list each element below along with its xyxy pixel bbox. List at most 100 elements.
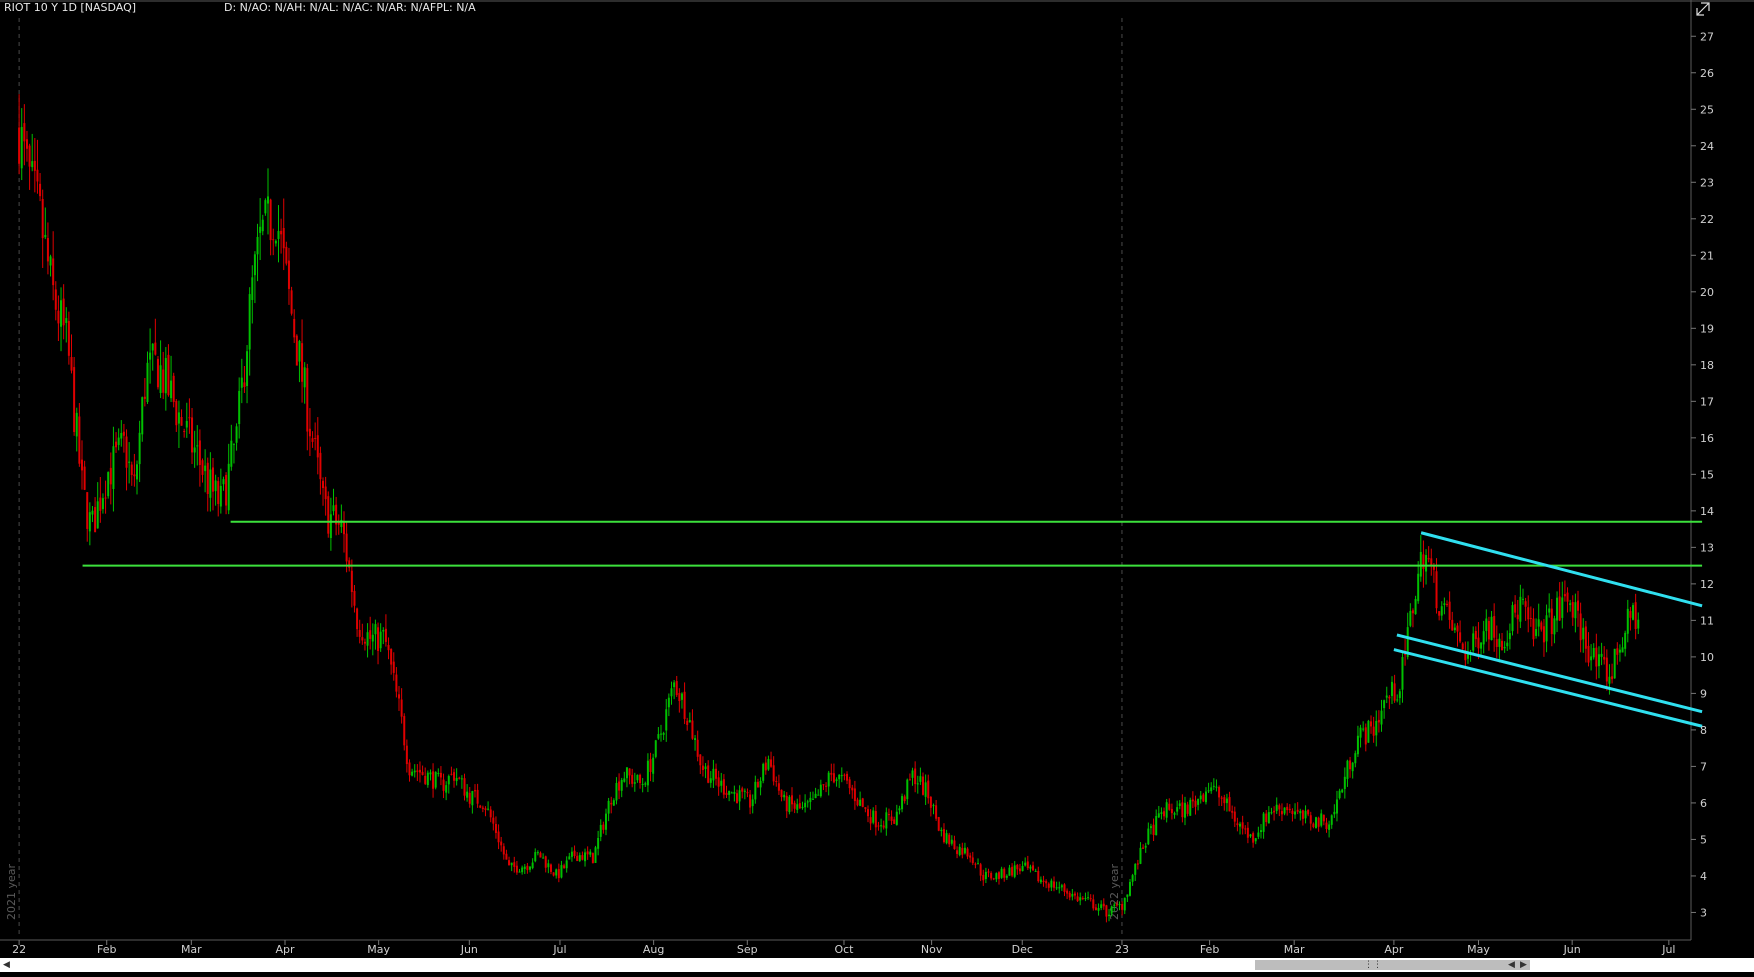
- candle-body: [599, 824, 602, 837]
- candle-body: [243, 382, 246, 387]
- grip-icon[interactable]: ⋮⋮: [1364, 958, 1382, 972]
- chevron-left-icon[interactable]: ◀: [3, 958, 10, 972]
- candle-body: [500, 841, 503, 846]
- candle-body: [183, 430, 186, 432]
- candle-body: [764, 762, 767, 771]
- candle-body: [445, 785, 448, 793]
- candle-body: [476, 789, 479, 804]
- candle-body: [324, 486, 327, 500]
- candle-body: [1291, 810, 1294, 815]
- candle-body: [1579, 613, 1582, 641]
- chevron-left-icon[interactable]: ◀: [1508, 958, 1515, 972]
- candle-body: [293, 318, 296, 338]
- maximize-pane-icon[interactable]: [1696, 2, 1710, 16]
- candle-body: [101, 498, 104, 510]
- candle-body: [429, 772, 432, 775]
- candle-body: [151, 343, 154, 351]
- candle-body: [1097, 908, 1100, 911]
- candle-body: [107, 472, 110, 497]
- symbol-label[interactable]: RIOT 10 Y 1D [NASDAQ]: [4, 1, 136, 14]
- candle-body: [570, 851, 573, 857]
- candle-body: [159, 365, 162, 393]
- candle-body: [542, 857, 545, 859]
- candle-body: [612, 800, 615, 806]
- candle-body: [1013, 865, 1016, 877]
- chevron-right-icon[interactable]: ▶: [1520, 958, 1527, 972]
- candle-body: [487, 808, 490, 810]
- candle-body: [749, 794, 752, 808]
- candle-body: [497, 831, 500, 843]
- candle-body: [762, 763, 765, 781]
- candle-body: [25, 139, 28, 149]
- candle-body: [1422, 554, 1425, 569]
- candle-body: [1018, 868, 1021, 872]
- candle-body: [851, 787, 854, 791]
- price-tick-label: 10: [1700, 651, 1714, 664]
- candle-body: [1084, 898, 1087, 900]
- scrollbar-thumb[interactable]: [1255, 960, 1530, 970]
- candle-body: [253, 254, 256, 276]
- candle-body: [18, 127, 21, 164]
- price-tick-label: 21: [1700, 249, 1714, 262]
- candle-body: [285, 246, 288, 264]
- candle-body: [563, 865, 566, 868]
- scrollbar-end-area: [1530, 958, 1754, 972]
- candle-body: [604, 813, 607, 830]
- candle-body: [730, 792, 733, 794]
- candle-body: [1511, 605, 1514, 632]
- price-tick-label: 15: [1700, 468, 1714, 481]
- price-chart[interactable]: 2021 year 2022 year 3 4 5 6 7 8 9 10 11 12 13 14 15 16…: [0, 0, 1754, 977]
- candle-body: [67, 321, 70, 356]
- candle-body: [1312, 823, 1315, 828]
- candle-body: [1325, 822, 1328, 829]
- candle-body: [560, 865, 563, 878]
- candle-body: [1118, 904, 1121, 906]
- candle-body: [903, 796, 906, 802]
- candle-body: [1184, 802, 1187, 818]
- candle-body: [1136, 863, 1139, 865]
- candle-body: [1425, 555, 1428, 572]
- candle-body: [846, 773, 849, 781]
- price-tick-label: 22: [1700, 213, 1714, 226]
- candle-body: [314, 438, 317, 440]
- candle-body: [1556, 597, 1559, 621]
- candle-body: [1597, 654, 1600, 667]
- candle-body: [188, 417, 191, 419]
- candle-body: [1498, 638, 1501, 647]
- candle-body: [122, 431, 125, 436]
- candle-body: [1236, 823, 1239, 826]
- candle-body: [1128, 881, 1131, 896]
- candle-body: [536, 852, 539, 854]
- price-tick-label: 16: [1700, 432, 1714, 445]
- candle-body: [937, 817, 940, 831]
- price-axis[interactable]: 3 4 5 6 7 8 9 10 11 12 13 14 15 16 17 18 19 20 21 22 23 24 25 2…: [1691, 30, 1714, 919]
- candle-body: [916, 783, 919, 785]
- candle-body: [327, 496, 330, 534]
- candle-body: [185, 420, 188, 428]
- candle-body: [149, 352, 152, 360]
- candle-body: [856, 799, 859, 806]
- candle-body: [374, 624, 377, 635]
- candle-body: [948, 834, 951, 845]
- candle-body: [1320, 813, 1323, 826]
- price-tick-label: 4: [1700, 870, 1707, 883]
- candle-body: [853, 788, 856, 802]
- candle-body: [1456, 625, 1459, 632]
- candle-body: [990, 872, 993, 879]
- candle-body: [1398, 691, 1401, 699]
- candle-body: [395, 674, 398, 692]
- drawing-lines[interactable]: [82, 520, 1703, 728]
- time-tick-label: 23: [1115, 943, 1129, 956]
- candle-body: [117, 437, 120, 445]
- candle-body: [88, 512, 91, 532]
- candle-body: [798, 803, 801, 809]
- time-axis[interactable]: 22 Feb Mar Apr May Jun Jul Aug Sep Oct Nov Dec 23 Feb…: [12, 940, 1675, 956]
- candle-body: [94, 507, 97, 533]
- candle-body: [1228, 797, 1231, 812]
- candle-body: [1330, 815, 1333, 825]
- candle-body: [222, 479, 225, 485]
- price-tick-label: 27: [1700, 30, 1714, 43]
- candle-body: [754, 781, 757, 800]
- candle-body: [225, 475, 228, 506]
- candle-body: [1142, 847, 1145, 849]
